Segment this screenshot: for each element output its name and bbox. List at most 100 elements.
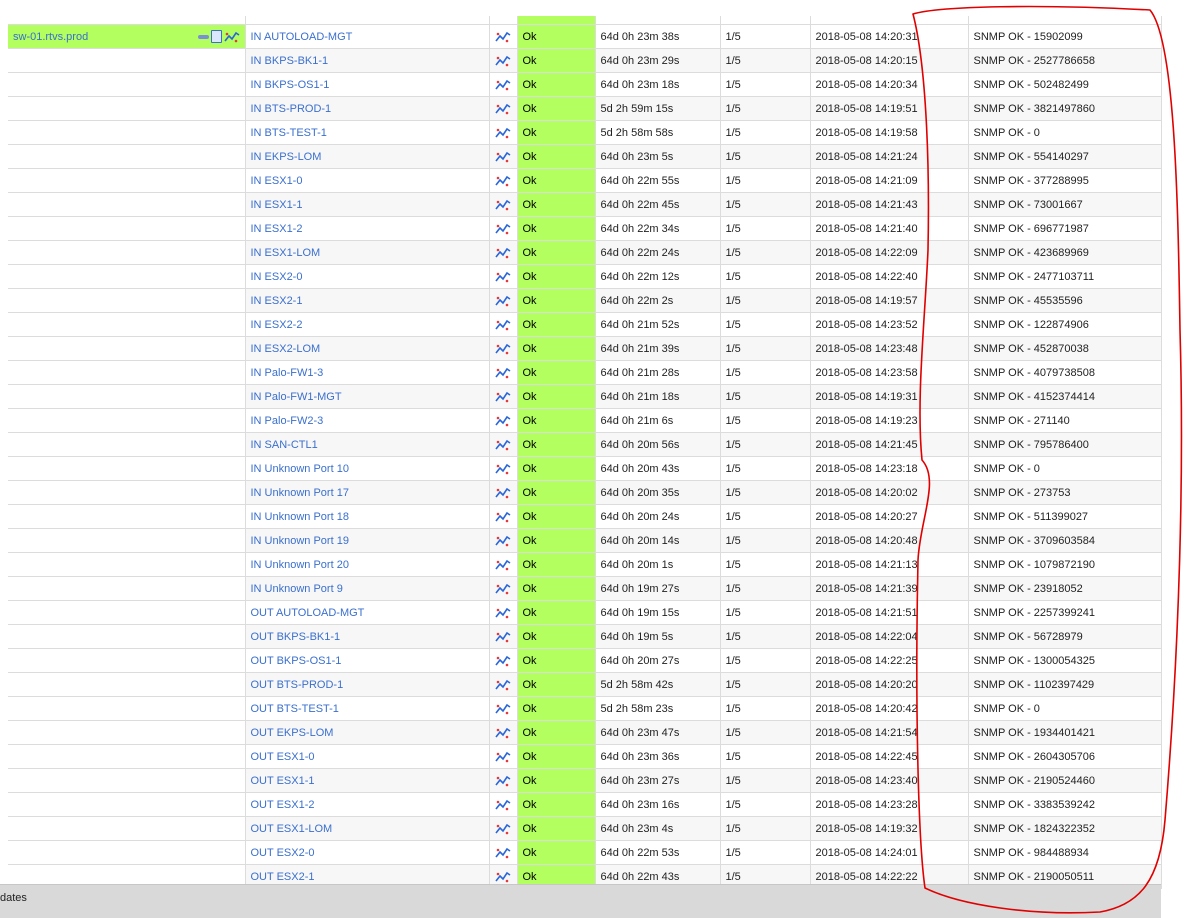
- service-graph-icon[interactable]: [489, 672, 518, 697]
- service-graph-icon[interactable]: [489, 744, 518, 769]
- service-graph-icon[interactable]: [489, 288, 518, 313]
- service-link[interactable]: IN ESX1-2: [251, 223, 303, 235]
- service-link[interactable]: IN AUTOLOAD-MGT: [251, 31, 353, 43]
- service-graph-icon[interactable]: [489, 504, 518, 529]
- service-graph-icon[interactable]: [489, 768, 518, 793]
- service-link[interactable]: IN Palo-FW1-3: [251, 367, 324, 379]
- service-link[interactable]: OUT ESX1-2: [251, 799, 315, 811]
- service-graph-icon[interactable]: [489, 792, 518, 817]
- host-cell-empty: [8, 96, 246, 121]
- service-link[interactable]: IN Unknown Port 10: [251, 463, 349, 475]
- service-link[interactable]: OUT BKPS-OS1-1: [251, 655, 342, 667]
- service-link[interactable]: OUT AUTOLOAD-MGT: [251, 607, 365, 619]
- service-link[interactable]: IN BTS-TEST-1: [251, 127, 327, 139]
- service-graph-icon[interactable]: [489, 648, 518, 673]
- service-link[interactable]: IN ESX2-2: [251, 319, 303, 331]
- service-graph-icon[interactable]: [489, 528, 518, 553]
- service-graph-icon[interactable]: [489, 336, 518, 361]
- service-link[interactable]: OUT ESX1-1: [251, 775, 315, 787]
- host-cell-empty: [8, 552, 246, 577]
- last-check-cell: 2018-05-08 14:22:09: [810, 240, 969, 265]
- service-link[interactable]: IN EKPS-LOM: [251, 151, 322, 163]
- table-row: IN EKPS-LOM Ok 64d 0h 23m 5s 1/5 2018-05-08 …: [8, 144, 1162, 169]
- service-link[interactable]: OUT BTS-PROD-1: [251, 679, 344, 691]
- service-graph-icon[interactable]: [489, 840, 518, 865]
- notes-icon[interactable]: [197, 33, 209, 41]
- service-graph-icon[interactable]: [489, 168, 518, 193]
- service-graph-icon[interactable]: [489, 72, 518, 97]
- service-link[interactable]: IN BKPS-OS1-1: [251, 79, 330, 91]
- host-cell-empty: [8, 624, 246, 649]
- service-link[interactable]: OUT EKPS-LOM: [251, 727, 334, 739]
- attempt-cell: 1/5: [720, 384, 811, 409]
- service-link[interactable]: IN ESX2-0: [251, 271, 303, 283]
- service-graph-icon[interactable]: [489, 552, 518, 577]
- service-link[interactable]: OUT ESX1-0: [251, 751, 315, 763]
- last-check-cell: 2018-05-08 14:20:20: [810, 672, 969, 697]
- status-info-cell: SNMP OK - 0: [968, 120, 1162, 145]
- service-link[interactable]: OUT ESX2-1: [251, 871, 315, 883]
- host-graph-icon[interactable]: [223, 30, 240, 42]
- status-info-cell: SNMP OK - 1102397429: [968, 672, 1162, 697]
- table-row: IN BKPS-OS1-1 Ok 64d 0h 23m 18s 1/5 2018-05-…: [8, 72, 1162, 97]
- service-link[interactable]: IN Unknown Port 18: [251, 511, 349, 523]
- service-link[interactable]: OUT BTS-TEST-1: [251, 703, 339, 715]
- service-graph-icon[interactable]: [489, 480, 518, 505]
- service-graph-icon[interactable]: [489, 240, 518, 265]
- service-link[interactable]: IN Palo-FW2-3: [251, 415, 324, 427]
- duration-cell: 64d 0h 23m 27s: [595, 768, 721, 793]
- service-graph-icon[interactable]: [489, 456, 518, 481]
- service-link[interactable]: IN Unknown Port 19: [251, 535, 349, 547]
- service-link[interactable]: IN Unknown Port 20: [251, 559, 349, 571]
- service-graph-icon[interactable]: [489, 720, 518, 745]
- service-graph-icon[interactable]: [489, 216, 518, 241]
- service-link[interactable]: IN Palo-FW1-MGT: [251, 391, 342, 403]
- service-graph-icon[interactable]: [489, 432, 518, 457]
- service-link[interactable]: IN Unknown Port 17: [251, 487, 349, 499]
- host-cell-empty: [8, 720, 246, 745]
- status-badge: Ok: [517, 624, 596, 649]
- service-graph-icon[interactable]: [489, 144, 518, 169]
- service-link[interactable]: OUT ESX1-LOM: [251, 823, 333, 835]
- service-graph-icon[interactable]: [489, 264, 518, 289]
- service-graph-icon[interactable]: [489, 48, 518, 73]
- table-row: IN Unknown Port 18 Ok 64d 0h 20m 24s 1/5 201…: [8, 504, 1162, 529]
- table-row: OUT ESX1-0 Ok 64d 0h 23m 36s 1/5 2018-05-08 …: [8, 744, 1162, 769]
- service-link[interactable]: IN ESX1-1: [251, 199, 303, 211]
- service-graph-icon[interactable]: [489, 384, 518, 409]
- last-check-cell: 2018-05-08 14:19:23: [810, 408, 969, 433]
- service-link[interactable]: IN ESX1-LOM: [251, 247, 321, 259]
- service-link[interactable]: IN BKPS-BK1-1: [251, 55, 329, 67]
- service-cell: IN BTS-TEST-1: [245, 120, 490, 145]
- service-link[interactable]: IN ESX2-1: [251, 295, 303, 307]
- service-graph-icon[interactable]: [489, 120, 518, 145]
- service-graph-icon[interactable]: [489, 192, 518, 217]
- service-graph-icon[interactable]: [489, 360, 518, 385]
- host-cell-empty: [8, 576, 246, 601]
- service-link[interactable]: OUT BKPS-BK1-1: [251, 631, 341, 643]
- service-cell: OUT ESX1-2: [245, 792, 490, 817]
- service-graph-icon[interactable]: [489, 576, 518, 601]
- attempt-cell: 1/5: [720, 648, 811, 673]
- service-graph-icon[interactable]: [489, 96, 518, 121]
- host-link[interactable]: sw-01.rtvs.prod: [13, 31, 88, 43]
- document-icon[interactable]: [210, 30, 222, 43]
- last-check-cell: 2018-05-08 14:20:42: [810, 696, 969, 721]
- service-cell: IN ESX2-0: [245, 264, 490, 289]
- service-link[interactable]: IN ESX1-0: [251, 175, 303, 187]
- service-link[interactable]: IN BTS-PROD-1: [251, 103, 332, 115]
- last-check-cell: 2018-05-08 14:23:58: [810, 360, 969, 385]
- service-link[interactable]: IN SAN-CTL1: [251, 439, 318, 451]
- service-graph-icon[interactable]: [489, 408, 518, 433]
- service-cell: IN EKPS-LOM: [245, 144, 490, 169]
- service-link[interactable]: IN Unknown Port 9: [251, 583, 343, 595]
- attempt-cell: 1/5: [720, 312, 811, 337]
- service-graph-icon[interactable]: [489, 624, 518, 649]
- service-link[interactable]: OUT ESX2-0: [251, 847, 315, 859]
- service-graph-icon[interactable]: [489, 816, 518, 841]
- service-graph-icon[interactable]: [489, 24, 518, 49]
- service-link[interactable]: IN ESX2-LOM: [251, 343, 321, 355]
- service-graph-icon[interactable]: [489, 312, 518, 337]
- service-graph-icon[interactable]: [489, 696, 518, 721]
- service-graph-icon[interactable]: [489, 600, 518, 625]
